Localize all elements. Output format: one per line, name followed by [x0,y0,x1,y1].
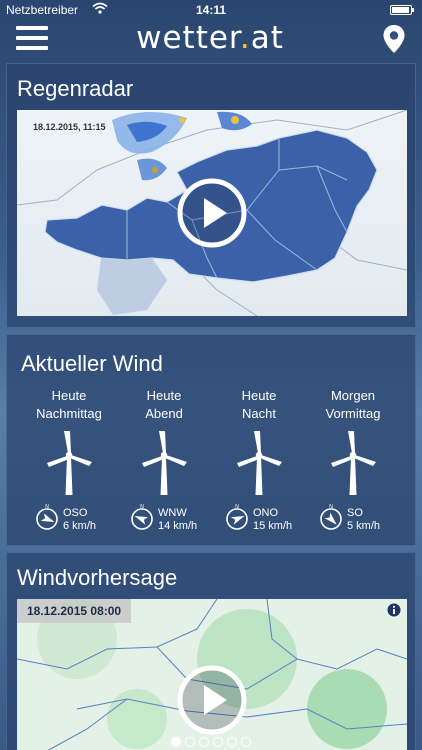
wind-turbine-icon [237,431,282,495]
page-indicator[interactable] [0,733,422,747]
status-time: 14:11 [195,3,227,17]
page-dot[interactable] [199,736,209,747]
wind-speed: 5 km/h [347,520,381,532]
forecast-title: Windvorhersage [17,565,178,590]
logo-main: wetter [136,20,240,56]
wind-time-line2: Nacht [242,406,276,421]
page-dot[interactable] [185,736,195,747]
wind-turbine-icon [331,431,376,495]
wind-time-line1: Morgen [330,388,376,403]
logo-tld: at [250,20,284,56]
wind-column: Heute Nachmittag N OSO 6 km/h [21,387,117,533]
radar-map[interactable]: 18.12.2015, 11:15 [17,110,407,316]
info-icon[interactable] [387,603,401,622]
play-icon[interactable] [177,178,247,248]
wind-speed: 14 km/h [158,520,198,532]
location-pin-icon[interactable] [382,24,406,54]
forecast-map[interactable]: 18.12.2015 08:00 [17,599,407,750]
wind-time-line1: Heute [146,388,182,403]
page-dot[interactable] [241,736,251,747]
wind-column: Heute Abend N WNW 14 km/h [116,387,212,533]
play-icon[interactable] [177,665,247,735]
wind-column: Morgen Vormittag N SO 5 km/h [305,387,401,533]
wind-direction: WNW [158,507,187,519]
wind-direction: OSO [63,507,88,519]
forecast-timestamp: 18.12.2015 08:00 [17,599,132,623]
wind-time-line2: Abend [145,406,183,421]
wind-time-line2: Nachmittag [36,406,102,421]
page-dot[interactable] [171,736,181,747]
wind-turbine-icon [142,431,187,495]
wind-direction: SO [347,507,363,519]
wind-card[interactable]: Aktueller Wind Heute Nachmittag N OSO 6 … [6,334,416,546]
page-dot[interactable] [213,736,223,747]
compass-icon: N [226,504,248,530]
hamburger-menu-icon[interactable] [16,25,48,51]
wind-title: Aktueller Wind [21,351,163,376]
wind-speed: 6 km/h [63,520,97,532]
battery-icon [390,5,414,15]
wind-speed: 15 km/h [253,520,293,532]
logo-dot: . [239,20,251,56]
compass-icon: N [320,504,342,530]
compass-icon: N [131,504,153,530]
radar-title: Regenradar [17,76,134,101]
wind-time-line1: Heute [241,388,277,403]
wind-direction: ONO [253,507,279,519]
compass-icon: N [36,504,58,530]
wind-time-line1: Heute [51,388,87,403]
page-dot[interactable] [227,736,237,747]
status-bar: Netzbetreiber 14:11 [0,0,422,20]
radar-timestamp: 18.12.2015, 11:15 [33,122,106,132]
app-logo: wetter.at [110,20,310,56]
radar-card[interactable]: Regenradar 18.12.2015, 11:15 [6,63,416,328]
wind-turbine-icon [47,431,92,495]
wind-column: Heute Nacht N ONO 15 km/h [211,387,307,533]
forecast-card[interactable]: Windvorhersage 18.12.2015 08:00 [6,552,416,750]
wind-time-line2: Vormittag [325,406,381,421]
app-header: wetter.at [0,20,422,60]
